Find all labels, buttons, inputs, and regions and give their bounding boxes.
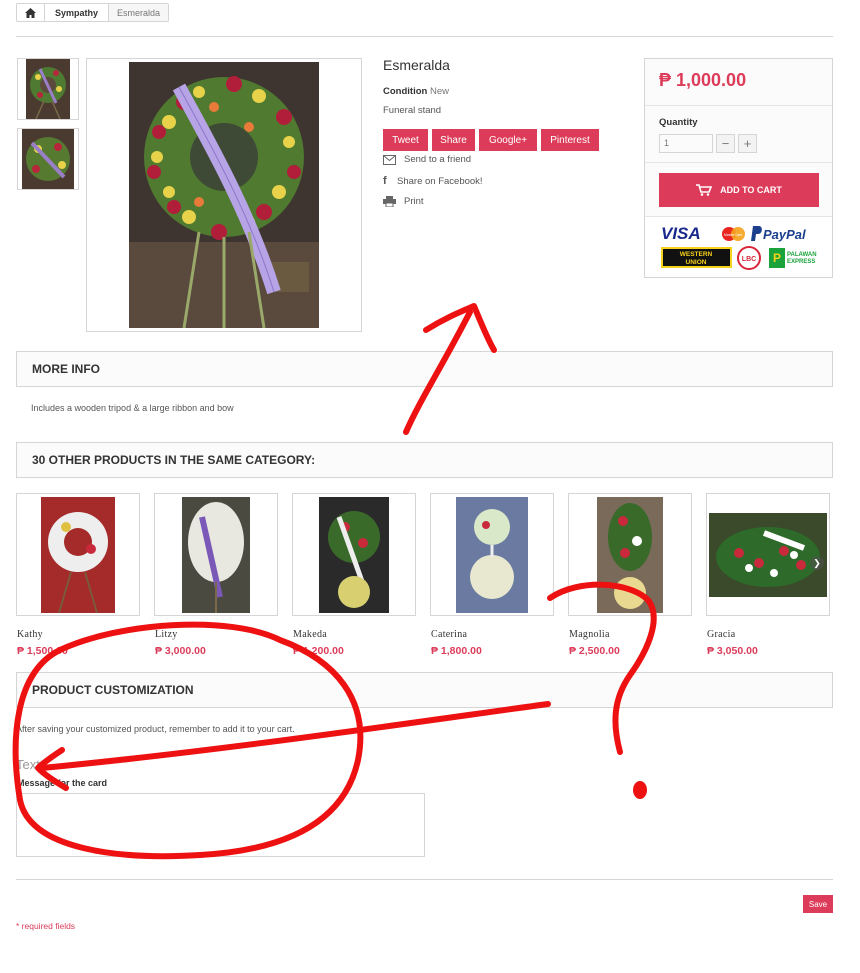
- buy-box: ₱ 1,000.00 Quantity 1 − + ADD TO CART VI…: [644, 58, 833, 278]
- quantity-decrease-button[interactable]: −: [716, 134, 735, 153]
- svg-text:PALAWAN: PALAWAN: [787, 252, 817, 258]
- product-card-price: ₱ 1,500.00: [17, 645, 68, 657]
- product-card-image[interactable]: [154, 493, 278, 616]
- breadcrumb-current: Esmeralda: [109, 4, 169, 21]
- quantity-increase-button[interactable]: +: [738, 134, 757, 153]
- payment-logos: VISA MasterCard PayPal WESTERN UNION LBC…: [645, 217, 832, 277]
- cart-area: ADD TO CART: [645, 163, 832, 217]
- product-condition: Condition New: [383, 86, 449, 97]
- product-card-image[interactable]: [16, 493, 140, 616]
- share-facebook-label: Share on Facebook!: [397, 175, 483, 187]
- printer-icon: [383, 196, 396, 207]
- product-card-price: ₱ 3,050.00: [707, 645, 758, 657]
- google-plus-button[interactable]: Google+: [479, 129, 537, 151]
- send-to-friend-link[interactable]: Send to a friend: [383, 154, 471, 165]
- wreath-thumbnail-image: [26, 59, 70, 119]
- svg-text:P: P: [773, 251, 781, 265]
- payment-logos-image: VISA MasterCard PayPal WESTERN UNION LBC…: [661, 224, 817, 270]
- customization-heading: PRODUCT CUSTOMIZATION: [16, 672, 833, 708]
- share-button[interactable]: Share: [432, 129, 475, 151]
- product-card-name[interactable]: Gracia: [707, 629, 735, 640]
- product-card-image[interactable]: [292, 493, 416, 616]
- home-icon[interactable]: [17, 4, 45, 21]
- annotation-dot: [633, 781, 647, 799]
- product-card-name[interactable]: Caterina: [431, 629, 467, 640]
- lbc-logo: LBC: [742, 256, 756, 263]
- product-title: Esmeralda: [383, 57, 450, 73]
- add-to-cart-button[interactable]: ADD TO CART: [659, 173, 819, 207]
- condition-value: New: [429, 86, 449, 97]
- quantity-input[interactable]: 1: [659, 134, 713, 153]
- carousel-next-icon[interactable]: ❯: [810, 556, 824, 570]
- print-label: Print: [404, 196, 424, 207]
- product-card-name[interactable]: Litzy: [155, 629, 178, 640]
- divider: [16, 36, 833, 37]
- message-field-label: Message for the card: [17, 778, 108, 788]
- main-product-image[interactable]: [86, 58, 362, 332]
- product-card-name[interactable]: Magnolia: [569, 629, 610, 640]
- more-info-text: Includes a wooden tripod & a large ribbo…: [31, 403, 234, 413]
- svg-text:EXPRESS: EXPRESS: [787, 259, 815, 265]
- share-facebook-link[interactable]: f Share on Facebook!: [383, 175, 483, 187]
- paypal-logo: PayPal: [763, 227, 806, 242]
- send-to-friend-label: Send to a friend: [404, 154, 472, 165]
- share-buttons: Tweet Share Google+ Pinterest: [383, 129, 599, 151]
- customization-note: After saving your customized product, re…: [16, 724, 295, 734]
- product-card-price: ₱ 1,200.00: [293, 645, 344, 657]
- product-card-image[interactable]: [568, 493, 692, 616]
- save-button[interactable]: Save: [803, 895, 833, 913]
- price-area: ₱ 1,000.00: [645, 59, 832, 106]
- funeral-wreath-image: [129, 62, 319, 328]
- annotation-arrow-left: [39, 701, 551, 771]
- product-card-name[interactable]: Kathy: [17, 629, 43, 640]
- tweet-button[interactable]: Tweet: [383, 129, 428, 151]
- svg-text:UNION: UNION: [686, 259, 707, 266]
- cart-icon: [696, 184, 713, 196]
- product-card-price: ₱ 2,500.00: [569, 645, 620, 657]
- product-card-image[interactable]: [706, 493, 830, 616]
- product-price: ₱ 1,000.00: [659, 70, 747, 90]
- quantity-label: Quantity: [659, 117, 698, 128]
- condition-label: Condition: [383, 86, 428, 97]
- add-to-cart-label: ADD TO CART: [720, 185, 782, 195]
- message-textarea[interactable]: [16, 793, 425, 857]
- breadcrumb: Sympathy Esmeralda: [16, 3, 170, 22]
- annotation-arrowhead: [423, 303, 497, 353]
- product-card-image[interactable]: [430, 493, 554, 616]
- thumbnail-1[interactable]: [17, 58, 79, 120]
- product-description: Funeral stand: [383, 105, 442, 116]
- envelope-icon: [383, 154, 396, 165]
- pinterest-button[interactable]: Pinterest: [541, 129, 599, 151]
- customization-section-title: Text: [16, 757, 40, 772]
- more-info-heading: MORE INFO: [16, 351, 833, 387]
- product-card-name[interactable]: Makeda: [293, 629, 327, 640]
- breadcrumb-category[interactable]: Sympathy: [45, 4, 110, 21]
- required-fields-note: * required fields: [16, 921, 76, 931]
- product-card-price: ₱ 1,800.00: [431, 645, 482, 657]
- print-link[interactable]: Print: [383, 196, 424, 207]
- divider: [16, 879, 833, 880]
- quantity-area: Quantity 1 − +: [645, 106, 832, 163]
- visa-logo: VISA: [661, 224, 701, 243]
- wreath-thumbnail-image: [22, 129, 74, 189]
- facebook-icon: f: [383, 175, 387, 187]
- svg-text:WESTERN: WESTERN: [680, 251, 713, 258]
- product-card-price: ₱ 3,000.00: [155, 645, 206, 657]
- related-products-heading: 30 OTHER PRODUCTS IN THE SAME CATEGORY:: [16, 442, 833, 478]
- thumbnail-2[interactable]: [17, 128, 79, 190]
- mastercard-logo: MasterCard: [724, 233, 742, 237]
